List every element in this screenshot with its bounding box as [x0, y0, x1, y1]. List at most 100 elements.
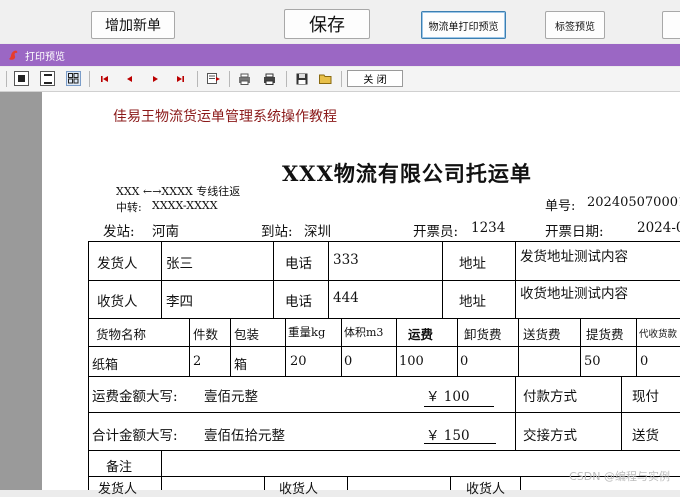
table-line: [161, 241, 162, 318]
remark-label: 备注: [106, 460, 133, 475]
preview-window-titlebar: 打印预览: [0, 44, 680, 66]
next-page-icon[interactable]: [147, 71, 162, 86]
origin-value: 河南: [152, 224, 179, 240]
shipper-address: 发货地址测试内容: [520, 249, 628, 265]
handover-method-value: 送货: [632, 428, 659, 444]
origin-label: 发站:: [103, 224, 135, 240]
table-line: [285, 318, 286, 376]
amount-underline: [424, 406, 494, 407]
payment-method-label: 付款方式: [523, 389, 577, 405]
table-line: [88, 280, 680, 281]
bottom-receiver-label-2: 收货人: [466, 482, 506, 497]
freight-upper-value: 壹佰元整: [204, 389, 258, 405]
toolbar-separator: [229, 71, 230, 87]
save-disk-icon[interactable]: [294, 71, 309, 86]
extra-button[interactable]: [662, 11, 680, 39]
order-no-label: 单号:: [545, 199, 576, 214]
table-line: [442, 241, 443, 318]
shipper-address-label: 地址: [459, 256, 486, 272]
bottom-shipper-label: 发货人: [98, 482, 138, 497]
open-folder-icon[interactable]: [318, 71, 333, 86]
table-line: [264, 476, 265, 490]
table-line: [341, 318, 342, 376]
freight-upper-label: 运费金额大写:: [92, 389, 178, 405]
bottom-receiver-label: 收货人: [279, 482, 319, 497]
order-no: 202405070001: [587, 195, 680, 210]
goods-cell: 0: [344, 354, 353, 369]
close-preview-button[interactable]: 关 闭: [347, 70, 403, 87]
toolbar-separator: [89, 71, 90, 87]
goto-page-icon[interactable]: [206, 71, 221, 86]
receiver-value: 李四: [166, 294, 193, 310]
transfer-label: 中转:: [116, 201, 142, 214]
last-page-icon[interactable]: [172, 71, 187, 86]
receiver-label: 收货人: [97, 294, 138, 310]
goods-cell: 纸箱: [92, 358, 119, 373]
table-line: [88, 376, 680, 377]
logistics-print-preview-button[interactable]: 物流单打印预览: [421, 11, 506, 39]
table-line: [450, 476, 451, 490]
first-page-icon[interactable]: [97, 71, 112, 86]
save-button[interactable]: 保存: [284, 9, 370, 39]
goods-cell: 箱: [234, 358, 248, 373]
transfer-value: XXXX-XXXX: [152, 199, 218, 212]
company-title: XXX物流有限公司托运单: [282, 161, 532, 186]
label-preview-button[interactable]: 标签预览: [545, 11, 605, 39]
freight-amount: ￥ 100: [426, 389, 470, 405]
table-line: [580, 318, 581, 376]
goods-header-freight: 运费: [408, 327, 434, 342]
total-upper-value: 壹佰伍拾元整: [204, 428, 285, 444]
issuer-value: 1234: [471, 220, 506, 236]
total-upper-label: 合计金额大写:: [92, 428, 178, 444]
goods-header-unloading: 卸货费: [464, 327, 502, 342]
print-preview-toolbar: 关 闭: [0, 67, 680, 92]
table-line: [88, 450, 680, 451]
toolbar-separator: [286, 71, 287, 87]
two-page-view-icon[interactable]: [40, 71, 55, 86]
date-label: 开票日期:: [545, 224, 604, 240]
app-logo-icon: [9, 50, 18, 60]
tutorial-title: 佳易王物流货运单管理系统操作教程: [113, 109, 337, 125]
table-line: [328, 241, 329, 318]
table-line: [88, 346, 680, 347]
goods-header-weight: 重量kg: [288, 325, 326, 339]
shipper-phone: 333: [333, 252, 359, 268]
toolbar-separator: [341, 71, 342, 87]
table-line: [457, 318, 458, 376]
table-line: [88, 412, 680, 413]
goods-header-pickup: 提货费: [586, 327, 624, 342]
goods-cell: 20: [290, 354, 307, 369]
previous-page-icon[interactable]: [122, 71, 137, 86]
printer-icon[interactable]: [262, 71, 277, 86]
handover-method-label: 交接方式: [523, 428, 577, 444]
total-amount: ￥ 150: [426, 428, 470, 444]
receiver-phone-label: 电话: [285, 294, 312, 310]
goods-header-cod: 代收货款: [639, 329, 678, 340]
route-line: XXX ←→XXXX 专线往返: [116, 185, 241, 198]
dest-value: 深圳: [304, 224, 331, 240]
table-line: [518, 318, 519, 376]
table-line: [520, 476, 521, 490]
multi-page-view-icon[interactable]: [66, 71, 81, 86]
table-line: [161, 450, 162, 490]
goods-header-delivery: 送货费: [523, 327, 561, 342]
receiver-address-label: 地址: [459, 294, 486, 310]
watermark: CSDN @编程与实例: [569, 470, 670, 483]
goods-cell: 100: [399, 354, 424, 369]
receiver-phone: 444: [333, 290, 359, 306]
goods-cell: 50: [584, 354, 601, 369]
top-toolbar: 增加新单 保存 物流单打印预览 标签预览: [0, 0, 680, 43]
goods-header-count: 件数: [193, 327, 219, 342]
goods-header-package: 包装: [234, 327, 260, 342]
page-setup-icon[interactable]: [237, 71, 252, 86]
add-new-order-button[interactable]: 增加新单: [91, 11, 175, 39]
toolbar-separator: [197, 71, 198, 87]
one-page-view-icon[interactable]: [14, 71, 29, 86]
table-line: [189, 318, 190, 376]
table-line: [396, 318, 397, 376]
toolbar-separator: [6, 71, 7, 87]
payment-method-value: 现付: [632, 389, 659, 405]
table-line: [621, 376, 622, 450]
shipper-label: 发货人: [97, 256, 138, 272]
table-line: [636, 318, 637, 376]
